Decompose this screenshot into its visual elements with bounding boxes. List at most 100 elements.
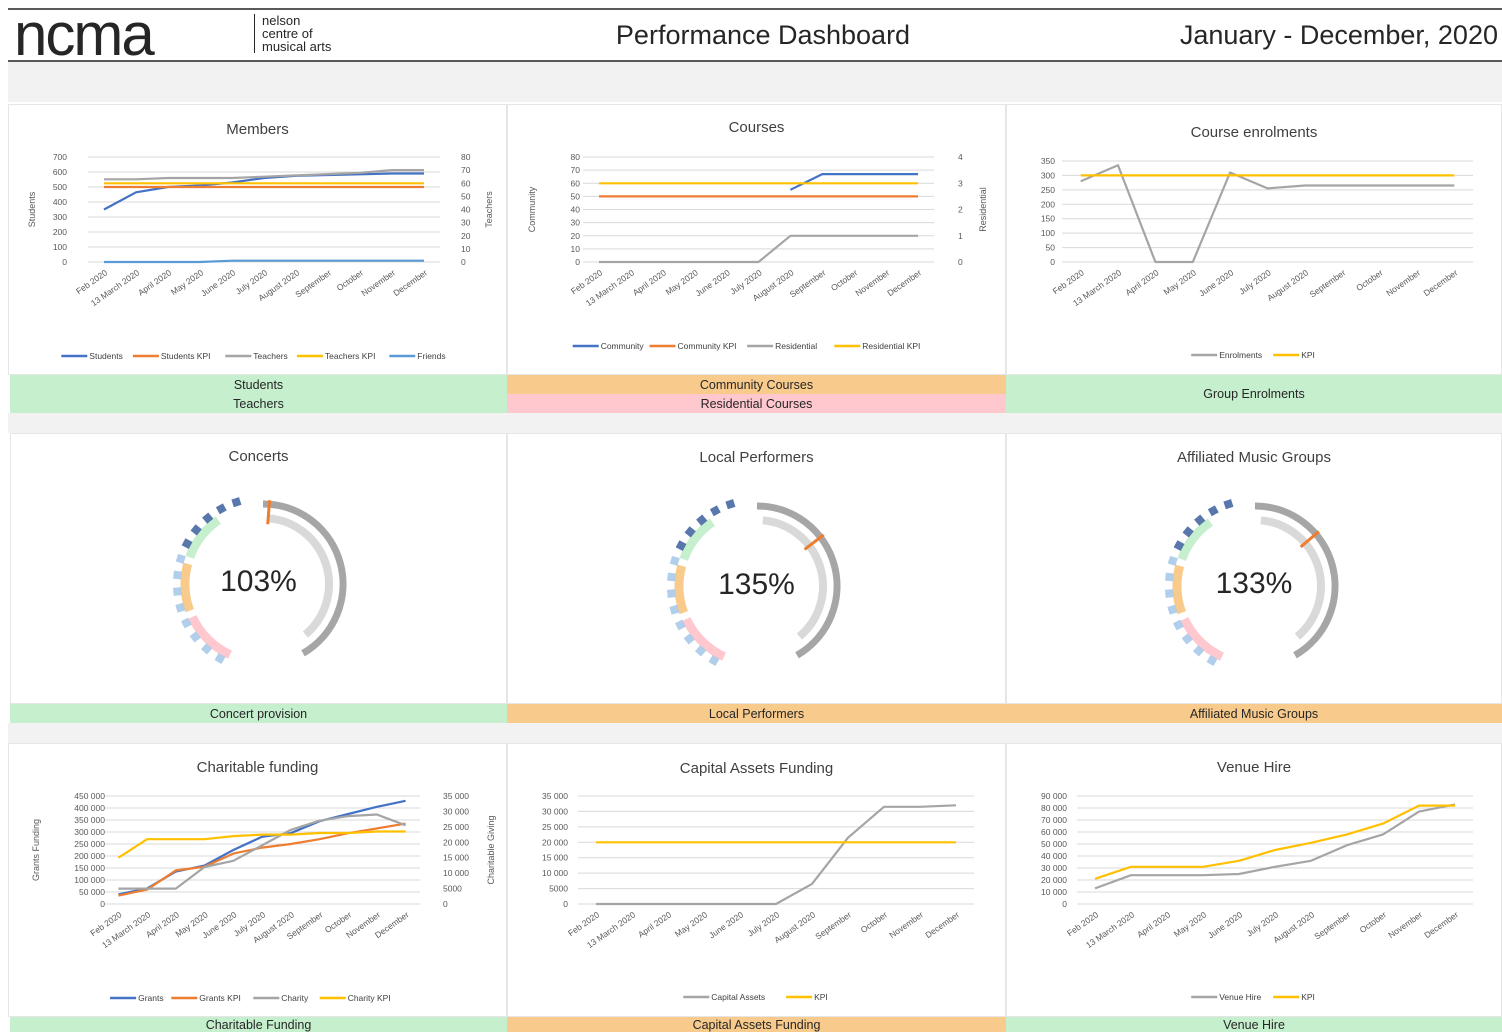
x-tick-label: December [1422, 909, 1460, 940]
courses-chart-panel: Courses 0 10 20 30 40 50 60 70 80 0 1 2 3 4 Community R… [507, 104, 1006, 375]
gauge-scale-tick [215, 503, 227, 515]
x-tick-label: December [885, 267, 923, 298]
y-tick-label: 0 [563, 899, 568, 909]
y-tick-label: 30 000 [1041, 863, 1067, 873]
legend-label: KPI [1301, 350, 1315, 360]
x-tick-label: November [887, 909, 925, 940]
y-tick-label: 600 [53, 167, 67, 177]
x-tick-label: September [1312, 909, 1352, 941]
y2-tick-label: 20 000 [443, 837, 469, 847]
x-tick-label: October [859, 909, 890, 935]
x-tick-label: May 2020 [673, 909, 710, 939]
status-concert-provision: Concert provision [10, 704, 507, 723]
y-tick-label: 150 [1041, 214, 1055, 224]
y-tick-label: 100 000 [74, 875, 105, 885]
y2-tick-label: 0 [443, 899, 448, 909]
series-line-community [789, 173, 918, 191]
x-tick-label: April 2020 [636, 909, 673, 939]
x-tick-label: August 2020 [772, 909, 817, 945]
legend-label: Teachers KPI [325, 351, 376, 361]
chart-title: Members [226, 121, 289, 138]
legend-label: Community KPI [678, 341, 737, 351]
courses-chart: 0 10 20 30 40 50 60 70 80 0 1 2 3 4 Community Residenti… [527, 152, 988, 351]
x-tick-label: June 2020 [693, 267, 731, 298]
x-tick-label: November [1386, 909, 1424, 940]
y-tick-label: 80 000 [1041, 803, 1067, 813]
charitable-chart: 0 50 000 100 000 150 000 200 000 250 000 300 0… [31, 791, 496, 1003]
y2-tick-label: 50 [461, 191, 471, 201]
y-tick-label: 150 000 [74, 863, 105, 873]
gauge-band-high [185, 516, 221, 559]
enrolments-chart: 050100150200250300350Feb 202013 March 20… [1041, 156, 1473, 360]
y-tick-label: 400 [53, 197, 67, 207]
y-tick-label: 100 [53, 242, 67, 252]
series-line-charity [118, 813, 406, 890]
row-separator [8, 723, 1502, 743]
y-tick-label: 50 000 [1041, 839, 1067, 849]
x-tick-label: October [1354, 267, 1385, 293]
x-tick-label: June 2020 [1197, 267, 1235, 298]
enrolments-chart-panel: Course enrolments 0 50 100 150 200 250 300 350 F… [1006, 104, 1502, 375]
status-community-courses: Community Courses [507, 375, 1006, 394]
y2-tick-label: 5000 [443, 884, 462, 894]
chart-title: Capital Assets Funding [679, 760, 834, 777]
legend-label: Capital Assets [711, 992, 765, 1002]
y-axis-label: Community [527, 186, 537, 232]
y-tick-label: 250 [1041, 185, 1055, 195]
y-tick-label: 30 000 [542, 806, 568, 816]
status-residential-courses: Residential Courses [507, 394, 1006, 413]
performers-gauge-panel: Local Performers 135% [507, 433, 1006, 704]
series-line-capital-assets [596, 804, 957, 906]
y-tick-label: 300 [53, 212, 67, 222]
x-tick-label: August 2020 [1271, 909, 1316, 945]
y-tick-label: 700 [53, 152, 67, 162]
legend-label: Enrolments [1219, 350, 1262, 360]
capital-chart-panel: Capital Assets Funding 0 5000 10 000 15 000… [507, 743, 1006, 1017]
y-tick-label: 15 000 [542, 853, 568, 863]
legend-label: Community [601, 341, 645, 351]
gauge-title: Local Performers [699, 449, 814, 466]
y2-axis-label: Teachers [484, 191, 494, 228]
chart-title: Venue Hire [1216, 759, 1292, 776]
y-tick-label: 35 000 [542, 791, 568, 801]
x-tick-label: May 2020 [1162, 267, 1199, 297]
y2-tick-label: 60 [461, 178, 471, 188]
y-tick-label: 90 000 [1041, 791, 1067, 801]
y2-tick-label: 0 [461, 257, 466, 267]
status-affiliated-music-groups: Affiliated Music Groups [1006, 704, 1502, 723]
x-tick-label: April 2020 [1135, 909, 1172, 939]
header-bar: ncma nelson centre of musical arts Perfo… [8, 1, 1502, 68]
legend-label: Friends [417, 351, 445, 361]
logo-wordmark: ncma [14, 1, 155, 68]
y-tick-label: 300 [1041, 170, 1055, 180]
y2-axis-label: Charitable Giving [486, 815, 496, 884]
x-tick-label: June 2020 [1206, 909, 1244, 940]
y2-tick-label: 3 [958, 178, 963, 188]
legend-label: Teachers [253, 351, 287, 361]
y2-tick-label: 20 [461, 231, 471, 241]
y-tick-label: 200 [53, 227, 67, 237]
y2-tick-label: 30 [461, 218, 471, 228]
gauge-scale-tick [231, 497, 242, 508]
status-capital-assets-funding: Capital Assets Funding [507, 1017, 1006, 1032]
gauge-scale-tick [725, 499, 736, 510]
x-tick-label: May 2020 [1172, 909, 1209, 939]
legend-label: KPI [1301, 992, 1315, 1002]
y-tick-label: 50 000 [79, 887, 105, 897]
y-tick-label: 10 [571, 244, 581, 254]
affiliated-gauge-panel: Affiliated Music Groups 133% [1006, 433, 1502, 704]
x-tick-label: September [1308, 267, 1348, 299]
gauge-scale-tick [175, 553, 186, 564]
y-tick-label: 500 [53, 182, 67, 192]
y2-tick-label: 2 [958, 205, 963, 215]
series-line-venue-hire [1094, 803, 1456, 890]
gauge-scale-tick [1223, 499, 1234, 510]
y-tick-label: 10 000 [1041, 887, 1067, 897]
x-tick-label: September [293, 267, 333, 299]
gauge-scale-tick [1207, 505, 1219, 517]
y2-tick-label: 30 000 [443, 806, 469, 816]
y-tick-label: 100 [1041, 228, 1055, 238]
y2-tick-label: 1 [958, 231, 963, 241]
y-tick-label: 0 [575, 257, 580, 267]
y-tick-label: 70 [571, 165, 581, 175]
